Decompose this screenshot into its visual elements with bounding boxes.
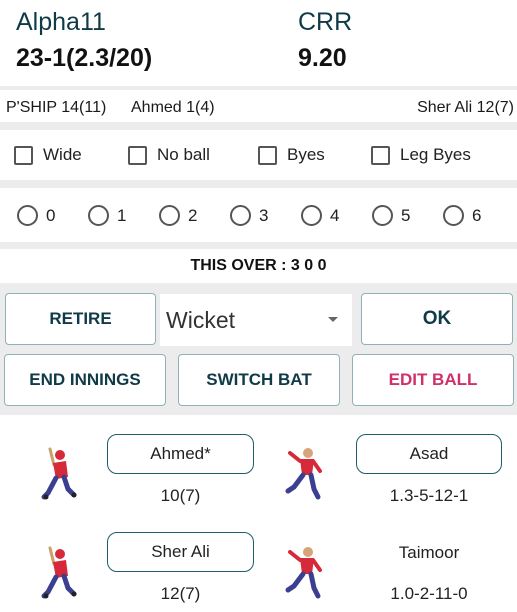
crr-label: CRR bbox=[298, 8, 353, 36]
batter2-summary: Sher Ali 12(7) bbox=[417, 99, 514, 116]
runs-radio-3[interactable]: 3 bbox=[230, 205, 268, 226]
no-ball-checkbox[interactable]: No ball bbox=[128, 145, 210, 165]
wicket-dropdown[interactable]: Wicket bbox=[160, 294, 352, 346]
non-striker-stats: 12(7) bbox=[160, 584, 201, 603]
non-striker-name-button[interactable]: Sher Ali bbox=[107, 532, 254, 572]
dropdown-caret-icon bbox=[328, 317, 338, 322]
leg-byes-checkbox[interactable]: Leg Byes bbox=[371, 145, 471, 165]
edit-ball-button[interactable]: EDIT BALL bbox=[352, 354, 514, 406]
runs-radio-5[interactable]: 5 bbox=[372, 205, 410, 226]
no-ball-label: No ball bbox=[157, 145, 210, 164]
previous-bowler-stats: 1.0-2-11-0 bbox=[390, 584, 468, 603]
runs-radio-label: 0 bbox=[46, 205, 56, 225]
striker-name-button[interactable]: Ahmed* bbox=[107, 434, 254, 474]
wide-label: Wide bbox=[43, 145, 82, 164]
team-name: Alpha11 bbox=[16, 8, 106, 36]
bowler-name-button[interactable]: Asad bbox=[356, 434, 502, 474]
wicket-dropdown-value: Wicket bbox=[166, 306, 235, 333]
score-card: Alpha11 23-1(2.3/20) CRR 9.20 bbox=[0, 0, 517, 86]
striker-stats: 10(7) bbox=[160, 486, 201, 505]
runs-radio-group: 0 1 2 3 4 5 6 bbox=[0, 188, 517, 242]
radio-icon bbox=[17, 205, 38, 226]
radio-icon bbox=[301, 205, 322, 226]
radio-icon bbox=[230, 205, 251, 226]
partnership-bar: P'SHIP 14(11) Ahmed 1(4) Sher Ali 12(7) bbox=[0, 90, 517, 122]
runs-radio-6[interactable]: 6 bbox=[443, 205, 481, 226]
runs-radio-label: 2 bbox=[188, 205, 198, 225]
checkbox-icon bbox=[14, 145, 33, 165]
runs-radio-label: 6 bbox=[472, 205, 482, 225]
ok-button[interactable]: OK bbox=[361, 293, 513, 345]
bowler-stats: 1.3-5-12-1 bbox=[389, 486, 469, 505]
runs-radio-4[interactable]: 4 bbox=[301, 205, 339, 226]
batter1-summary: Ahmed 1(4) bbox=[131, 99, 215, 116]
crr-value: 9.20 bbox=[298, 44, 347, 72]
runs-radio-1[interactable]: 1 bbox=[88, 205, 126, 226]
this-over-bar: THIS OVER : 3 0 0 bbox=[0, 249, 517, 283]
radio-icon bbox=[88, 205, 109, 226]
runs-radio-label: 4 bbox=[330, 205, 340, 225]
switch-bat-button[interactable]: SWITCH BAT bbox=[178, 354, 340, 406]
this-over-text: THIS OVER : 3 0 0 bbox=[190, 257, 327, 274]
partnership-text: P'SHIP 14(11) bbox=[6, 99, 107, 116]
extras-bar: Wide No ball Byes Leg Byes bbox=[0, 130, 517, 180]
previous-bowler-name: Taimoor bbox=[398, 543, 460, 562]
checkbox-icon bbox=[371, 145, 390, 165]
byes-checkbox[interactable]: Byes bbox=[258, 145, 325, 165]
bowler-avatar-icon bbox=[285, 547, 322, 599]
radio-icon bbox=[372, 205, 393, 226]
runs-radio-2[interactable]: 2 bbox=[159, 205, 197, 226]
checkbox-icon bbox=[258, 145, 277, 165]
checkbox-icon bbox=[128, 145, 147, 165]
end-innings-button[interactable]: END INNINGS bbox=[4, 354, 166, 406]
runs-radio-label: 1 bbox=[117, 205, 127, 225]
retire-button[interactable]: RETIRE bbox=[5, 293, 156, 345]
runs-radio-0[interactable]: 0 bbox=[17, 205, 55, 226]
batsman-avatar-icon bbox=[41, 447, 77, 500]
players-panel: Ahmed* 10(7) Asad 1.3-5-12-1 Sher Ali 12… bbox=[0, 415, 517, 612]
team-score: 23-1(2.3/20) bbox=[16, 44, 153, 72]
runs-radio-label: 3 bbox=[259, 205, 269, 225]
wide-checkbox[interactable]: Wide bbox=[14, 145, 82, 165]
bowler-avatar-icon bbox=[285, 448, 322, 500]
radio-icon bbox=[159, 205, 180, 226]
runs-radio-label: 5 bbox=[401, 205, 411, 225]
radio-icon bbox=[443, 205, 464, 226]
leg-byes-label: Leg Byes bbox=[400, 145, 471, 164]
batsman-avatar-icon bbox=[41, 546, 77, 599]
byes-label: Byes bbox=[287, 145, 325, 164]
